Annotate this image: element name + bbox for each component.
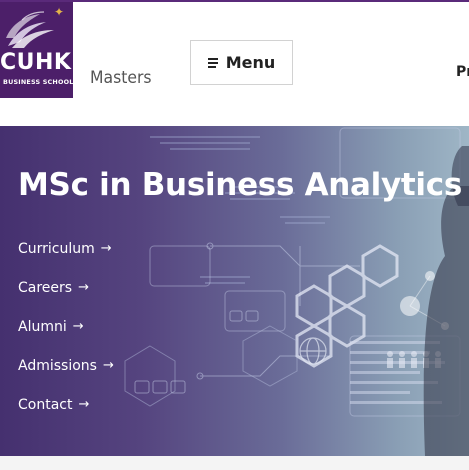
menu-button[interactable]: Menu xyxy=(190,40,293,85)
nav-link-admissions[interactable]: Admissions → xyxy=(18,346,114,385)
nav-link-curriculum[interactable]: Curriculum → xyxy=(18,229,114,268)
menu-button-label: Menu xyxy=(225,53,276,72)
nav-link-label: Alumni xyxy=(18,318,67,335)
arrow-right-icon: → xyxy=(100,241,112,256)
page-title: MSc in Business Analytics xyxy=(18,167,462,203)
page-bottom-strip xyxy=(0,456,469,470)
arrow-right-icon: → xyxy=(72,319,84,334)
hero-banner: MSc in Business Analytics Curriculum → C… xyxy=(0,126,469,456)
program-nav: Curriculum → Careers → Alumni → Admissio… xyxy=(18,229,114,424)
hamburger-icon xyxy=(207,57,218,68)
nav-link-careers[interactable]: Careers → xyxy=(18,268,114,307)
arrow-right-icon: → xyxy=(78,397,90,412)
nav-link-label: Careers xyxy=(18,279,73,296)
swirl-emblem-icon xyxy=(6,11,54,48)
section-label[interactable]: Masters xyxy=(90,68,152,88)
arrow-right-icon: → xyxy=(102,358,114,373)
site-header: ✦ CUHK BUSINESS SCHOOL Masters Menu Pr xyxy=(0,0,469,98)
arrow-right-icon: → xyxy=(78,280,89,295)
nav-link-label: Curriculum xyxy=(18,240,95,257)
nav-link-alumni[interactable]: Alumni → xyxy=(18,307,114,346)
logo-subtext: BUSINESS SCHOOL xyxy=(3,78,73,86)
logo-text: CUHK xyxy=(0,50,72,75)
star-icon: ✦ xyxy=(54,5,65,19)
header-link-truncated[interactable]: Pr xyxy=(456,64,469,80)
nav-link-label: Contact xyxy=(18,396,73,413)
nav-link-contact[interactable]: Contact → xyxy=(18,385,114,424)
nav-link-label: Admissions xyxy=(18,357,97,374)
cuhk-business-school-logo[interactable]: ✦ CUHK BUSINESS SCHOOL xyxy=(0,2,73,98)
